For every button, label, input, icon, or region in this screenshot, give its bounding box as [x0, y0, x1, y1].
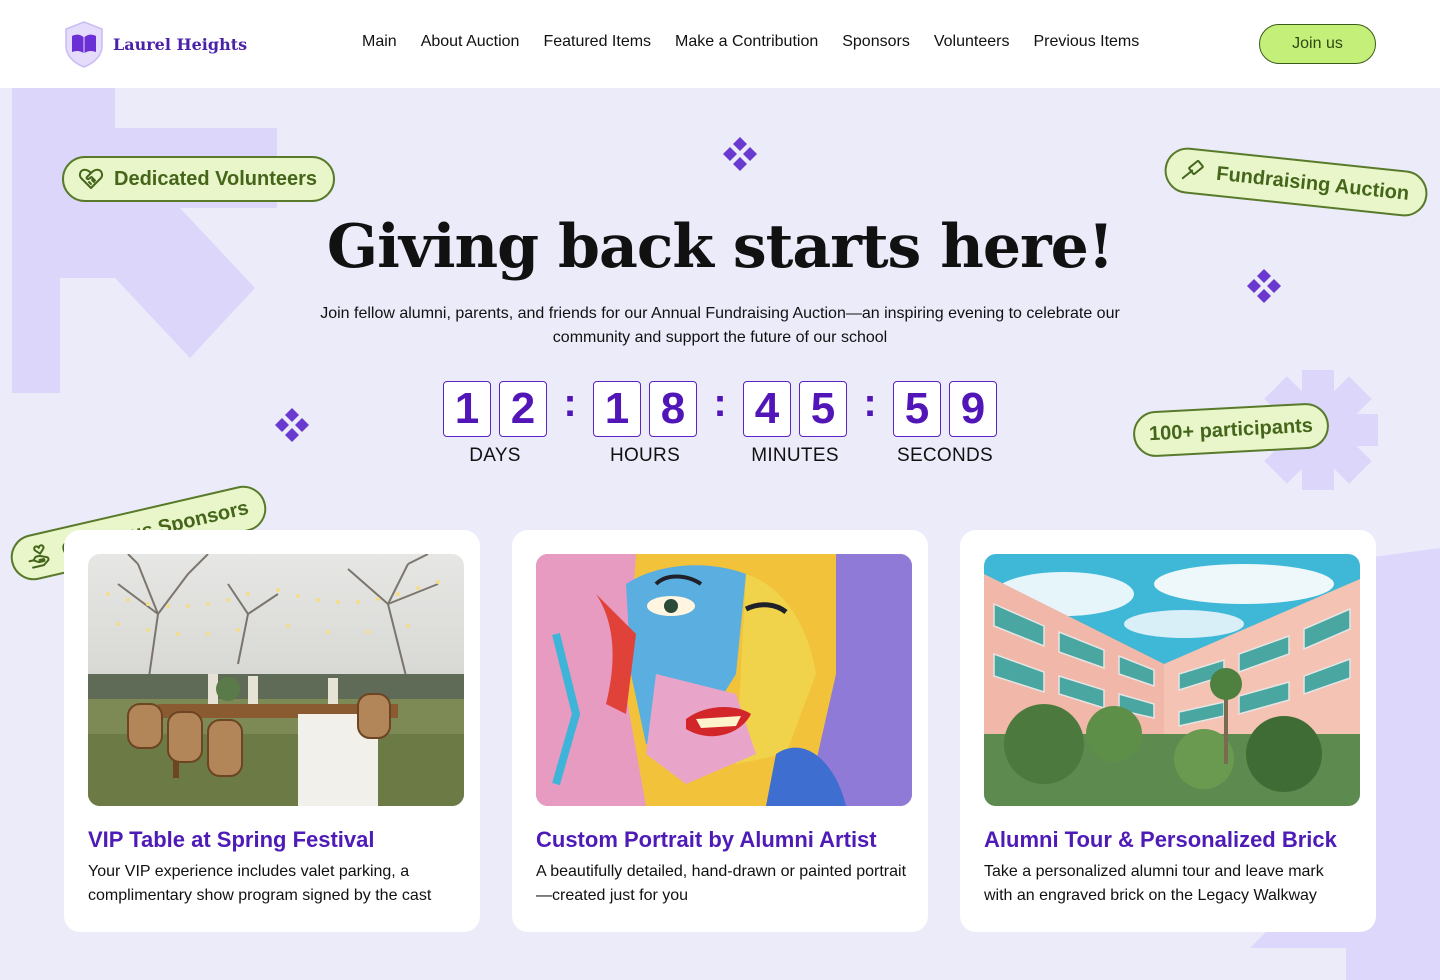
card-image-campus-building: [984, 554, 1360, 806]
card-description: Your VIP experience includes valet parki…: [88, 863, 432, 904]
sparkle-icon: [723, 137, 757, 171]
card-image-vip-table: [88, 554, 464, 806]
gavel-icon: [1181, 160, 1204, 180]
countdown-days: 1 2 DAYS: [443, 381, 547, 467]
card-image-portrait: [536, 554, 912, 806]
countdown-hours: 1 8 HOURS: [593, 381, 697, 467]
nav-item-volunteers[interactable]: Volunteers: [934, 33, 1010, 51]
countdown-digit: 4: [743, 381, 791, 437]
nav-item-about-auction[interactable]: About Auction: [421, 33, 520, 51]
card-title[interactable]: Alumni Tour & Personalized Brick: [984, 827, 1337, 853]
countdown-minutes: 4 5 MINUTES: [743, 381, 847, 467]
hands-heart-icon: [28, 544, 50, 569]
site-header: Laurel Heights Main About Auction Featur…: [0, 0, 1440, 88]
countdown-digit: 1: [593, 381, 641, 437]
pill-dedicated-volunteers: Dedicated Volunteers: [62, 156, 336, 202]
card-title[interactable]: VIP Table at Spring Festival: [88, 827, 375, 853]
nav-item-main[interactable]: Main: [362, 33, 397, 51]
pill-label: 100+ participants: [1148, 414, 1314, 445]
auction-item-card[interactable]: Custom Portrait by Alumni Artist A beaut…: [512, 530, 928, 932]
card-description: A beautifully detailed, hand-drawn or pa…: [536, 863, 907, 904]
join-us-button[interactable]: Join us: [1259, 24, 1376, 64]
countdown-digit: 1: [443, 381, 491, 437]
hero-subtitle: Join fellow alumni, parents, and friends…: [320, 305, 1120, 346]
countdown-digit: 8: [649, 381, 697, 437]
nav-item-make-a-contribution[interactable]: Make a Contribution: [675, 33, 818, 51]
nav-item-previous-items[interactable]: Previous Items: [1033, 33, 1139, 51]
countdown-digit: 5: [893, 381, 941, 437]
pill-label: Fundraising Auction: [1215, 162, 1411, 205]
sparkle-icon: [275, 408, 309, 442]
card-title[interactable]: Custom Portrait by Alumni Artist: [536, 827, 877, 853]
pill-label: Dedicated Volunteers: [114, 167, 318, 190]
nav-item-sponsors[interactable]: Sponsors: [842, 33, 910, 51]
countdown-separator: :: [563, 381, 577, 425]
brand-name: Laurel Heights: [113, 34, 248, 54]
countdown-label: HOURS: [609, 445, 681, 466]
auction-item-card[interactable]: VIP Table at Spring Festival Your VIP ex…: [64, 530, 480, 932]
countdown-label: DAYS: [469, 445, 521, 466]
countdown-separator: :: [863, 381, 877, 425]
countdown-digit: 2: [499, 381, 547, 437]
auction-item-card[interactable]: Alumni Tour & Personalized Brick Take a …: [960, 530, 1376, 932]
countdown-digit: 5: [799, 381, 847, 437]
countdown-seconds: 5 9 SECONDS: [893, 381, 997, 467]
countdown-label: SECONDS: [896, 445, 994, 466]
nav-item-featured-items[interactable]: Featured Items: [543, 33, 651, 51]
shield-book-icon: [65, 21, 103, 68]
heart-handshake-icon: [78, 168, 104, 189]
main-nav: Main About Auction Featured Items Make a…: [362, 33, 1163, 51]
brand-logo[interactable]: Laurel Heights: [64, 20, 247, 68]
countdown-timer: 1 2 DAYS : 1 8 HOURS : 4 5 MINUTES : 5 9…: [443, 381, 997, 467]
card-description: Take a personalized alumni tour and leav…: [984, 863, 1324, 904]
countdown-separator: :: [713, 381, 727, 425]
pill-fundraising-auction: Fundraising Auction: [1162, 145, 1430, 219]
countdown-label: MINUTES: [751, 445, 839, 466]
countdown-digit: 9: [949, 381, 997, 437]
hero-title: Giving back starts here!: [326, 212, 1114, 282]
